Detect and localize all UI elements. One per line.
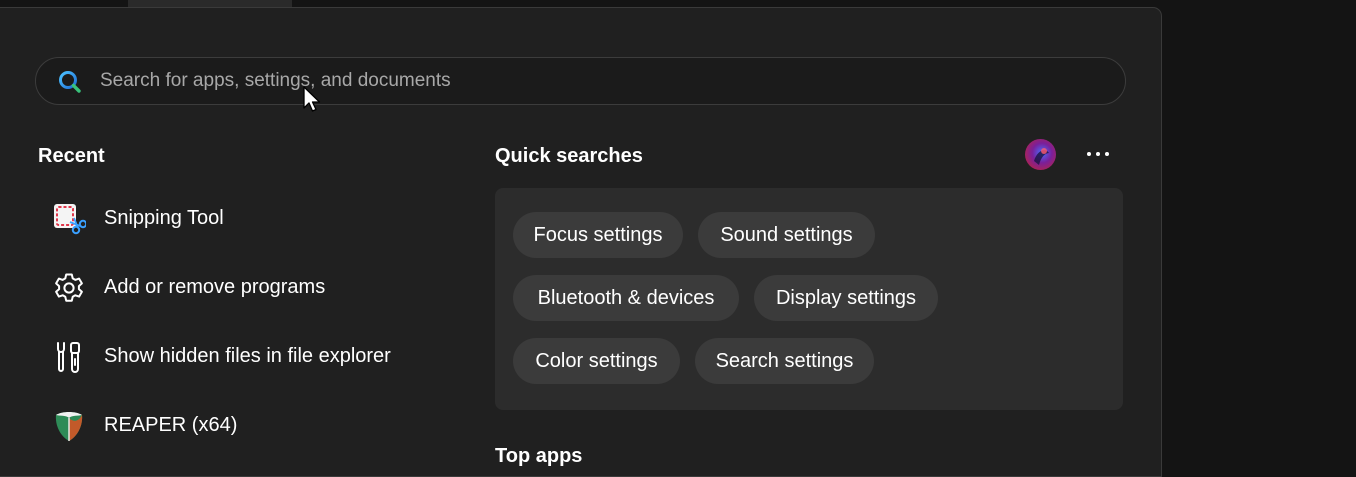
gear-icon [55,273,83,302]
recent-title: Recent [38,145,105,167]
quick-searches-panel: Focus settings Sound settings Bluetooth … [495,188,1123,410]
recent-item-label: Snipping Tool [104,206,224,229]
search-flyout-panel: Recent Snipping Tool Add or remove progr… [0,7,1162,477]
mouse-cursor-icon [303,86,321,112]
chip-color-settings[interactable]: Color settings [513,338,680,384]
top-apps-title: Top apps [495,445,583,467]
chip-bluetooth-devices[interactable]: Bluetooth & devices [513,275,739,321]
more-options-button[interactable] [1081,141,1115,167]
recent-item-label: REAPER (x64) [104,413,238,436]
user-avatar[interactable] [1025,139,1056,170]
avatar-image [1025,139,1056,170]
more-options-icon-dot [1096,152,1100,156]
recent-item-snipping-tool[interactable]: Snipping Tool [38,190,458,246]
chip-focus-settings[interactable]: Focus settings [513,212,683,258]
recent-item-add-remove-programs[interactable]: Add or remove programs [38,259,458,315]
reaper-icon [55,412,83,441]
recent-item-reaper[interactable]: REAPER (x64) [38,397,458,453]
search-input[interactable] [100,58,1060,104]
more-options-icon-dot [1105,152,1109,156]
chip-search-settings[interactable]: Search settings [695,338,874,384]
quick-searches-title: Quick searches [495,145,643,167]
snipping-tool-icon [54,204,86,235]
tools-icon [57,342,80,373]
search-box[interactable] [35,57,1126,105]
recent-item-label: Show hidden files in file explorer [104,344,391,367]
more-options-icon-dot [1087,152,1091,156]
chip-sound-settings[interactable]: Sound settings [698,212,875,258]
recent-item-label: Add or remove programs [104,275,326,298]
chip-display-settings[interactable]: Display settings [754,275,938,321]
recent-item-show-hidden-files[interactable]: Show hidden files in file explorer [38,328,458,384]
search-icon [59,71,81,93]
